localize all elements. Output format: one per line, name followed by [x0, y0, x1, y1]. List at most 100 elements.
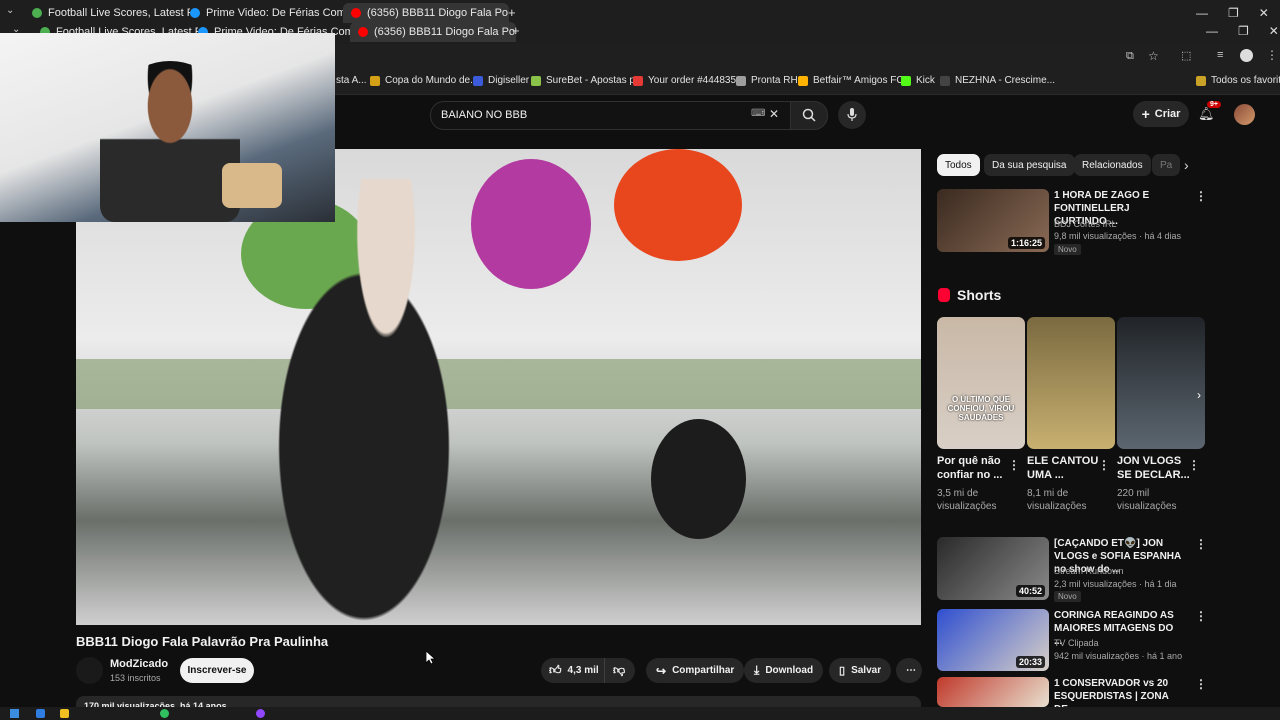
channel-avatar[interactable]: [76, 657, 103, 684]
rec-thumbnail[interactable]: 1:16:25: [937, 189, 1049, 252]
new-tab-icon[interactable]: +: [512, 23, 520, 38]
tab-football-back[interactable]: Football Live Scores, Latest Fo ✕: [24, 3, 190, 23]
tab-prime-back[interactable]: Prime Video: De Férias Com o ✕: [182, 3, 348, 23]
bookmark-label: Your order #444835...: [648, 75, 745, 86]
rec-meta: 9,8 mil visualizações · há 4 dias: [1054, 231, 1182, 241]
duration-badge: 20:33: [1015, 656, 1045, 668]
folder-icon: [1196, 75, 1206, 86]
close-window-icon[interactable]: ✕: [1259, 6, 1269, 20]
more-actions-icon[interactable]: ⋮: [1195, 677, 1207, 691]
tab-youtube-back[interactable]: (6356) BBB11 Diogo Fala Po ✕: [343, 3, 509, 23]
shorts-heading: Shorts: [957, 287, 1002, 303]
subscriber-count: 153 inscritos: [110, 673, 161, 683]
chip-all[interactable]: Todos: [937, 154, 980, 176]
save-button[interactable]: ▯ Salvar: [829, 658, 892, 683]
bookmark-item[interactable]: SureBet - Apostas p...: [531, 75, 643, 86]
football-favicon: [32, 8, 42, 18]
more-actions-icon[interactable]: ⋮: [1008, 458, 1020, 472]
rec-channel[interactable]: TV Clipada: [1054, 637, 1194, 649]
rec-channel[interactable]: Stream Rundown: [1054, 565, 1194, 577]
share-button[interactable]: ↪ Compartilhar: [646, 658, 745, 683]
bookmark-label: Digiseller: [488, 75, 530, 86]
more-horizontal-icon: ⋯: [906, 665, 916, 676]
like-button[interactable]: 👍︎ 4,3 mil: [541, 658, 611, 683]
cast-icon[interactable]: ⧉: [1126, 50, 1134, 63]
create-button[interactable]: + Criar: [1133, 101, 1189, 127]
bookmark-label: Copa do Mundo de...: [385, 75, 479, 86]
mouse-cursor-icon: [426, 651, 436, 665]
chip-more[interactable]: Pa: [1152, 154, 1180, 176]
short-title[interactable]: Por quê não confiar no ...: [937, 454, 1013, 482]
more-button[interactable]: ⋯: [896, 658, 922, 683]
keyboard-icon[interactable]: ⌨: [751, 108, 765, 119]
browser-menu-icon[interactable]: ⋮: [1266, 48, 1278, 62]
bookmark-item[interactable]: Your order #444835...: [633, 75, 744, 86]
all-bookmarks[interactable]: Todos os favoritos: [1196, 75, 1280, 86]
media-icon[interactable]: ≡: [1217, 49, 1223, 61]
search-text: BAIANO NO BBB: [441, 109, 528, 121]
taskbar-app-icon[interactable]: [160, 709, 169, 718]
rec-channel[interactable]: BDJ Cortes IRL: [1054, 218, 1194, 230]
more-actions-icon[interactable]: ⋮: [1195, 609, 1207, 623]
more-actions-icon[interactable]: ⋮: [1188, 458, 1200, 472]
tab-label: (6356) BBB11 Diogo Fala Po: [374, 26, 516, 38]
chip-related[interactable]: Relacionados: [1074, 154, 1151, 176]
minimize-icon[interactable]: —: [1196, 6, 1208, 20]
tab-youtube[interactable]: (6356) BBB11 Diogo Fala Po ✕: [350, 22, 516, 42]
more-actions-icon[interactable]: ⋮: [1195, 189, 1207, 203]
duration-badge: 1:16:25: [1007, 237, 1045, 249]
share-icon: ↪: [656, 663, 667, 678]
more-actions-icon[interactable]: ⋮: [1195, 537, 1207, 551]
taskbar-app-icon[interactable]: [256, 709, 265, 718]
minimize-icon[interactable]: —: [1206, 24, 1218, 38]
new-tab-icon[interactable]: +: [508, 5, 516, 20]
voice-search-button[interactable]: [838, 101, 866, 129]
restore-icon[interactable]: ❐: [1238, 24, 1249, 38]
rec-thumbnail[interactable]: 40:52: [937, 537, 1049, 600]
chevron-right-icon[interactable]: ›: [1184, 157, 1189, 173]
download-button[interactable]: ⤓ Download: [744, 658, 824, 683]
restore-icon[interactable]: ❐: [1228, 6, 1239, 20]
close-window-icon[interactable]: ✕: [1269, 24, 1279, 38]
dislike-button[interactable]: 👎︎: [604, 658, 635, 683]
share-label: Compartilhar: [672, 665, 735, 676]
rec-thumbnail[interactable]: [937, 677, 1049, 707]
betfair-icon: [798, 75, 808, 86]
bookmark-item[interactable]: sta A...: [336, 75, 367, 86]
search-button[interactable]: [790, 101, 828, 130]
account-avatar[interactable]: [1234, 104, 1255, 125]
start-icon[interactable]: [10, 709, 19, 718]
bookmark-label: Pronta RH: [751, 75, 798, 86]
bookmark-item[interactable]: Betfair™ Amigos FC...: [798, 75, 912, 86]
tab-search-icon[interactable]: ⌄: [6, 5, 14, 16]
bookmark-item[interactable]: NEZHNA - Crescime...: [940, 75, 1055, 86]
rec-thumbnail[interactable]: 20:33: [937, 609, 1049, 671]
notifications-button[interactable]: 🔔︎ 9+: [1198, 101, 1221, 124]
bookmark-item[interactable]: Kick: [901, 75, 935, 86]
pronta-rh-icon: [736, 75, 746, 86]
bookmark-label: SureBet - Apostas p...: [546, 75, 644, 86]
bookmark-star-icon[interactable]: ☆: [1148, 49, 1159, 63]
trophy-icon: [370, 75, 380, 86]
extensions-icon[interactable]: ⬚: [1181, 49, 1191, 62]
short-thumbnail[interactable]: [1027, 317, 1115, 449]
bookmark-item[interactable]: Digiseller: [473, 75, 529, 86]
taskbar-app-icon[interactable]: [36, 709, 45, 718]
clear-search-icon[interactable]: ✕: [769, 107, 779, 121]
search-input[interactable]: BAIANO NO BBB ⌨ ✕: [430, 101, 792, 130]
create-label: Criar: [1154, 108, 1181, 120]
chip-from-search[interactable]: Da sua pesquisa: [984, 154, 1075, 176]
profile-icon[interactable]: [1240, 49, 1253, 62]
chevron-right-icon[interactable]: ›: [1197, 388, 1201, 402]
taskbar-app-icon[interactable]: [60, 709, 69, 718]
subscribe-button[interactable]: Inscrever-se: [180, 658, 254, 683]
bookmark-item[interactable]: Pronta RH: [736, 75, 798, 86]
short-title[interactable]: ELE CANTOU UMA ...: [1027, 454, 1103, 482]
channel-name[interactable]: ModZicado: [110, 658, 168, 670]
short-thumbnail[interactable]: [1117, 317, 1205, 449]
short-title[interactable]: JON VLOGS SE DECLAR...: [1117, 454, 1193, 482]
bookmark-item[interactable]: Copa do Mundo de...: [370, 75, 478, 86]
more-actions-icon[interactable]: ⋮: [1098, 458, 1110, 472]
short-thumbnail[interactable]: O ÚLTIMO QUE CONFIOU, VIROU SAUDADES: [937, 317, 1025, 449]
bookmark-label: Kick: [916, 75, 935, 86]
